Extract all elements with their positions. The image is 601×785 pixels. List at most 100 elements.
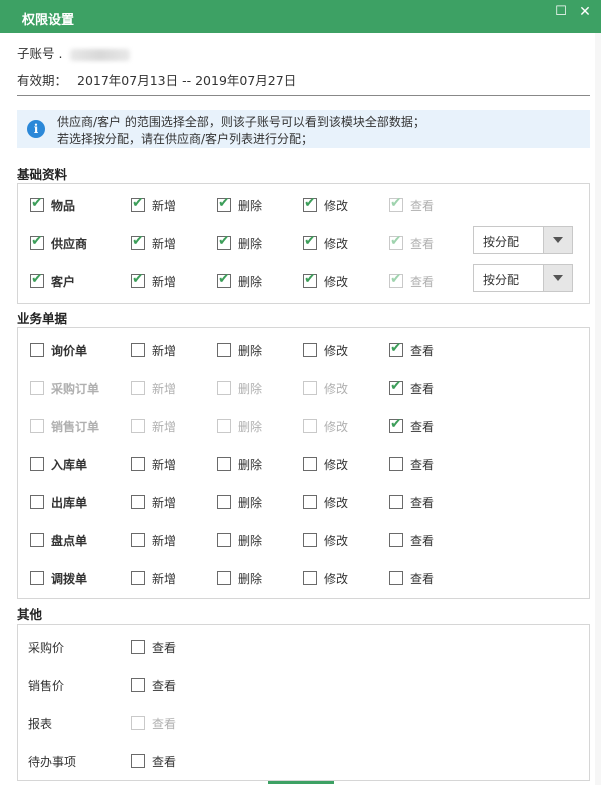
checkbox[interactable] — [217, 495, 231, 509]
business-item-checkbox[interactable]: 盘点单 — [30, 530, 87, 550]
checkbox[interactable] — [303, 495, 317, 509]
checkbox[interactable] — [217, 533, 231, 547]
checkbox[interactable] — [389, 495, 403, 509]
checkbox-checked[interactable] — [389, 340, 403, 357]
other-view-checkbox[interactable]: 查看 — [131, 637, 176, 657]
checkbox[interactable] — [303, 343, 317, 357]
business-delete-checkbox[interactable]: 删除 — [217, 530, 262, 550]
business-delete-checkbox[interactable]: 删除 — [217, 454, 262, 474]
checkbox-checked[interactable] — [303, 271, 317, 288]
business-item-checkbox[interactable]: 询价单 — [30, 340, 87, 360]
checkbox[interactable] — [389, 457, 403, 471]
checkbox-checked[interactable] — [131, 271, 145, 288]
basic-delete-checkbox[interactable]: 删除 — [217, 195, 262, 215]
scrollbar[interactable] — [595, 33, 601, 785]
basic-edit-checkbox[interactable]: 修改 — [303, 271, 348, 291]
basic-item-checkbox[interactable]: 客户 — [30, 271, 75, 291]
basic-delete-checkbox[interactable]: 删除 — [217, 233, 262, 253]
business-item-checkbox[interactable]: 调拨单 — [30, 568, 87, 588]
checkbox-checked[interactable] — [217, 233, 231, 250]
sub-account-row: 子账号 . — [17, 43, 131, 62]
basic-edit-checkbox[interactable]: 修改 — [303, 233, 348, 253]
checkbox-checked[interactable] — [30, 233, 44, 250]
scope-select[interactable]: 按分配 — [473, 264, 573, 292]
business-add-checkbox[interactable]: 新增 — [131, 454, 176, 474]
checkbox-checked[interactable] — [303, 233, 317, 250]
business-add-checkbox: 新增 — [131, 378, 176, 398]
business-delete-checkbox-label: 删除 — [238, 419, 263, 434]
checkbox[interactable] — [303, 571, 317, 585]
checkbox[interactable] — [303, 457, 317, 471]
basic-add-checkbox[interactable]: 新增 — [131, 233, 176, 253]
business-add-checkbox[interactable]: 新增 — [131, 568, 176, 588]
checkbox-checked[interactable] — [131, 233, 145, 250]
checkbox[interactable] — [131, 533, 145, 547]
business-edit-checkbox[interactable]: 修改 — [303, 530, 348, 550]
scope-select[interactable]: 按分配 — [473, 226, 573, 254]
checkbox[interactable] — [30, 495, 44, 509]
business-view-checkbox[interactable]: 查看 — [389, 568, 434, 588]
checkbox-checked[interactable] — [30, 271, 44, 288]
sub-account-value-blurred — [70, 48, 131, 61]
checkbox-checked[interactable] — [217, 271, 231, 288]
business-add-checkbox[interactable]: 新增 — [131, 340, 176, 360]
checkbox-checked[interactable] — [30, 195, 44, 212]
business-delete-checkbox-label: 删除 — [238, 381, 263, 396]
business-edit-checkbox[interactable]: 修改 — [303, 492, 348, 512]
business-view-checkbox[interactable]: 查看 — [389, 530, 434, 550]
business-item-checkbox[interactable]: 入库单 — [30, 454, 87, 474]
checkbox[interactable] — [131, 754, 145, 768]
checkbox[interactable] — [131, 343, 145, 357]
checkbox-checked[interactable] — [303, 195, 317, 212]
business-delete-checkbox[interactable]: 删除 — [217, 492, 262, 512]
checkbox-checked[interactable] — [389, 416, 403, 433]
business-edit-checkbox[interactable]: 修改 — [303, 340, 348, 360]
checkbox[interactable] — [30, 343, 44, 357]
business-add-checkbox[interactable]: 新增 — [131, 492, 176, 512]
business-edit-checkbox[interactable]: 修改 — [303, 568, 348, 588]
business-add-checkbox[interactable]: 新增 — [131, 530, 176, 550]
checkbox[interactable] — [131, 678, 145, 692]
business-view-checkbox[interactable]: 查看 — [389, 492, 434, 512]
checkbox[interactable] — [30, 571, 44, 585]
checkbox[interactable] — [131, 640, 145, 654]
business-edit-checkbox-label: 修改 — [324, 495, 349, 510]
other-view-checkbox[interactable]: 查看 — [131, 751, 176, 771]
business-item-checkbox[interactable]: 出库单 — [30, 492, 87, 512]
business-view-checkbox[interactable]: 查看 — [389, 340, 434, 360]
other-view-checkbox[interactable]: 查看 — [131, 675, 176, 695]
business-delete-checkbox[interactable]: 删除 — [217, 568, 262, 588]
checkbox[interactable] — [217, 457, 231, 471]
checkbox-checked[interactable] — [389, 378, 403, 395]
sub-account-label: 子账号 . — [17, 46, 63, 61]
close-icon[interactable]: ✕ — [577, 4, 593, 20]
checkbox[interactable] — [30, 533, 44, 547]
caret-down-icon[interactable] — [543, 227, 572, 253]
checkbox[interactable] — [303, 533, 317, 547]
checkbox[interactable] — [217, 571, 231, 585]
basic-delete-checkbox[interactable]: 删除 — [217, 271, 262, 291]
basic-add-checkbox[interactable]: 新增 — [131, 195, 176, 215]
checkbox-checked[interactable] — [131, 195, 145, 212]
business-item-checkbox: 采购订单 — [30, 378, 99, 398]
checkbox[interactable] — [131, 571, 145, 585]
basic-add-checkbox[interactable]: 新增 — [131, 271, 176, 291]
checkbox[interactable] — [131, 495, 145, 509]
business-edit-checkbox[interactable]: 修改 — [303, 454, 348, 474]
business-view-checkbox[interactable]: 查看 — [389, 454, 434, 474]
business-view-checkbox[interactable]: 查看 — [389, 378, 434, 398]
business-view-checkbox[interactable]: 查看 — [389, 416, 434, 436]
caret-down-icon[interactable] — [543, 265, 572, 291]
checkbox[interactable] — [389, 533, 403, 547]
basic-edit-checkbox[interactable]: 修改 — [303, 195, 348, 215]
checkbox[interactable] — [389, 571, 403, 585]
basic-item-checkbox[interactable]: 物品 — [30, 195, 75, 215]
business-delete-checkbox[interactable]: 删除 — [217, 340, 262, 360]
maximize-icon[interactable]: ☐ — [553, 4, 569, 20]
basic-item-checkbox[interactable]: 供应商 — [30, 233, 87, 253]
checkbox-checked[interactable] — [217, 195, 231, 212]
checkbox[interactable] — [131, 457, 145, 471]
checkbox[interactable] — [217, 343, 231, 357]
business-item-checkbox-label: 出库单 — [51, 495, 88, 510]
checkbox[interactable] — [30, 457, 44, 471]
